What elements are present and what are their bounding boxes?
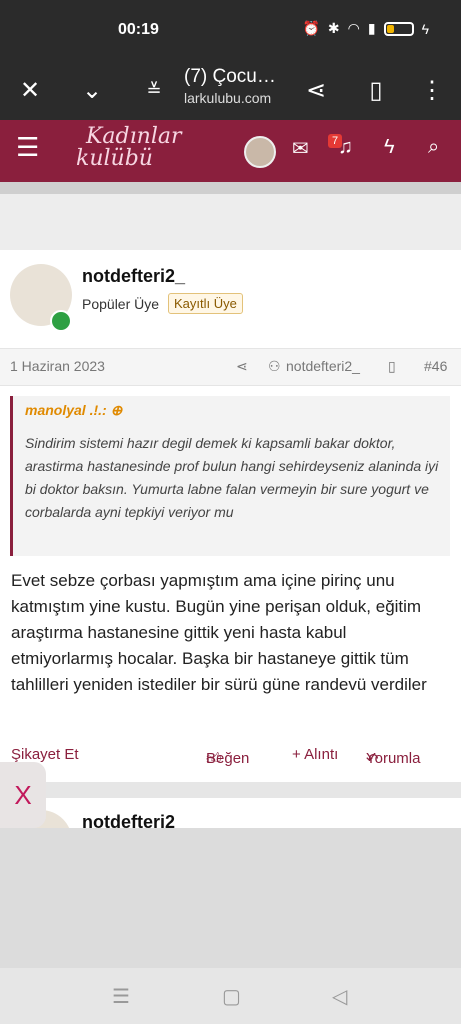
divider-band	[0, 182, 461, 194]
ad-area	[0, 828, 461, 968]
battery-icon	[383, 21, 414, 36]
status-time: 00:19	[118, 21, 159, 38]
close-icon[interactable]: ✕	[8, 68, 52, 112]
status-icons: ⏰ ✱ ◠ ▮ ϟ	[302, 20, 429, 37]
bookmark-icon[interactable]: ▯	[354, 68, 398, 112]
more-icon[interactable]: ⋮	[410, 68, 454, 112]
share-icon[interactable]: ⋖	[236, 358, 248, 375]
mail-icon[interactable]: ✉	[292, 136, 309, 161]
user-icon: ⚇	[268, 358, 281, 374]
spacer	[0, 194, 461, 251]
arrow-up-icon[interactable]: ⊕	[111, 402, 123, 418]
status-bar: 00:19 ⏰ ✱ ◠ ▮ ϟ	[0, 0, 461, 62]
user-role: Popüler Üye	[82, 296, 160, 312]
online-indicator	[50, 310, 72, 332]
menu-icon[interactable]: ☰	[16, 132, 39, 163]
avatar[interactable]	[244, 136, 276, 168]
recents-icon[interactable]: ☰	[112, 984, 130, 1009]
charging-icon: ϟ	[421, 20, 429, 37]
system-nav-bar: ☰ ▢ ◁	[0, 968, 461, 1024]
alarm-icon: ⏰	[302, 20, 320, 36]
post-number[interactable]: #46	[424, 358, 447, 374]
chevron-down-icon[interactable]: ⌄	[70, 68, 114, 112]
bell-icon[interactable]: ♫	[338, 136, 353, 159]
next-post: notdefteri2	[0, 798, 461, 828]
quote-button[interactable]: + Alıntı	[292, 746, 338, 763]
tune-icon[interactable]: ≚	[132, 68, 176, 112]
bolt-icon[interactable]: ϟ	[384, 136, 395, 159]
home-icon[interactable]: ▢	[222, 984, 241, 1009]
logo-line-1: Kadınlar	[86, 124, 182, 149]
next-post-username[interactable]: notdefteri2	[82, 812, 175, 828]
quote-author[interactable]: manolyal .!.: ⊕	[25, 402, 122, 419]
post: notdefteri2_ Popüler Üye Kayıtlı Üye 1 H…	[0, 250, 461, 782]
share-icon[interactable]: ⋖	[294, 68, 338, 112]
bluetooth-icon: ✱	[327, 20, 340, 36]
browser-toolbar: ✕ ⌄ ≚ (7) Çocu… larkulubu.com ⋖ ▯ ⋮	[0, 62, 461, 120]
search-icon[interactable]: ⌕	[428, 136, 439, 159]
site-logo[interactable]: Kadınlar kulübü	[64, 126, 182, 170]
bookmark-icon[interactable]: ▯	[388, 358, 396, 375]
report-link[interactable]: Şikayet Et	[11, 746, 79, 763]
wifi-icon: ◠	[347, 20, 360, 36]
post-actions: Şikayet Et 👍︎ Beğen + Alıntı ↶ Yorumla	[11, 746, 421, 768]
quote-text: Sindirim sistemi hazır degil demek ki ka…	[25, 435, 439, 520]
post-username[interactable]: notdefteri2_	[82, 266, 185, 287]
post-meta: 1 Haziran 2023 ⋖ ⚇ notdefteri2_ ▯ #46	[0, 348, 461, 386]
site-header: ☰ Kadınlar kulübü ✉ 7 ♫ ϟ ⌕	[0, 120, 461, 182]
url-text: larkulubu.com	[184, 90, 272, 106]
post-date[interactable]: 1 Haziran 2023	[10, 358, 105, 374]
signal-icon: ▮	[367, 20, 376, 36]
close-tab-button[interactable]: X	[0, 762, 46, 828]
quote-block: manolyal .!.: ⊕ Sindirim sistemi hazır d…	[10, 396, 450, 556]
post-body: Evet sebze çorbası yapmıştım ama içine p…	[11, 571, 427, 694]
tab-title: (7) Çocu…	[184, 66, 276, 87]
user-badge: Kayıtlı Üye	[168, 293, 243, 314]
back-icon[interactable]: ◁	[332, 984, 347, 1009]
logo-line-2: kulübü	[76, 146, 153, 171]
url-box[interactable]: (7) Çocu… larkulubu.com	[184, 62, 294, 106]
meta-username[interactable]: notdefteri2_	[286, 358, 360, 374]
